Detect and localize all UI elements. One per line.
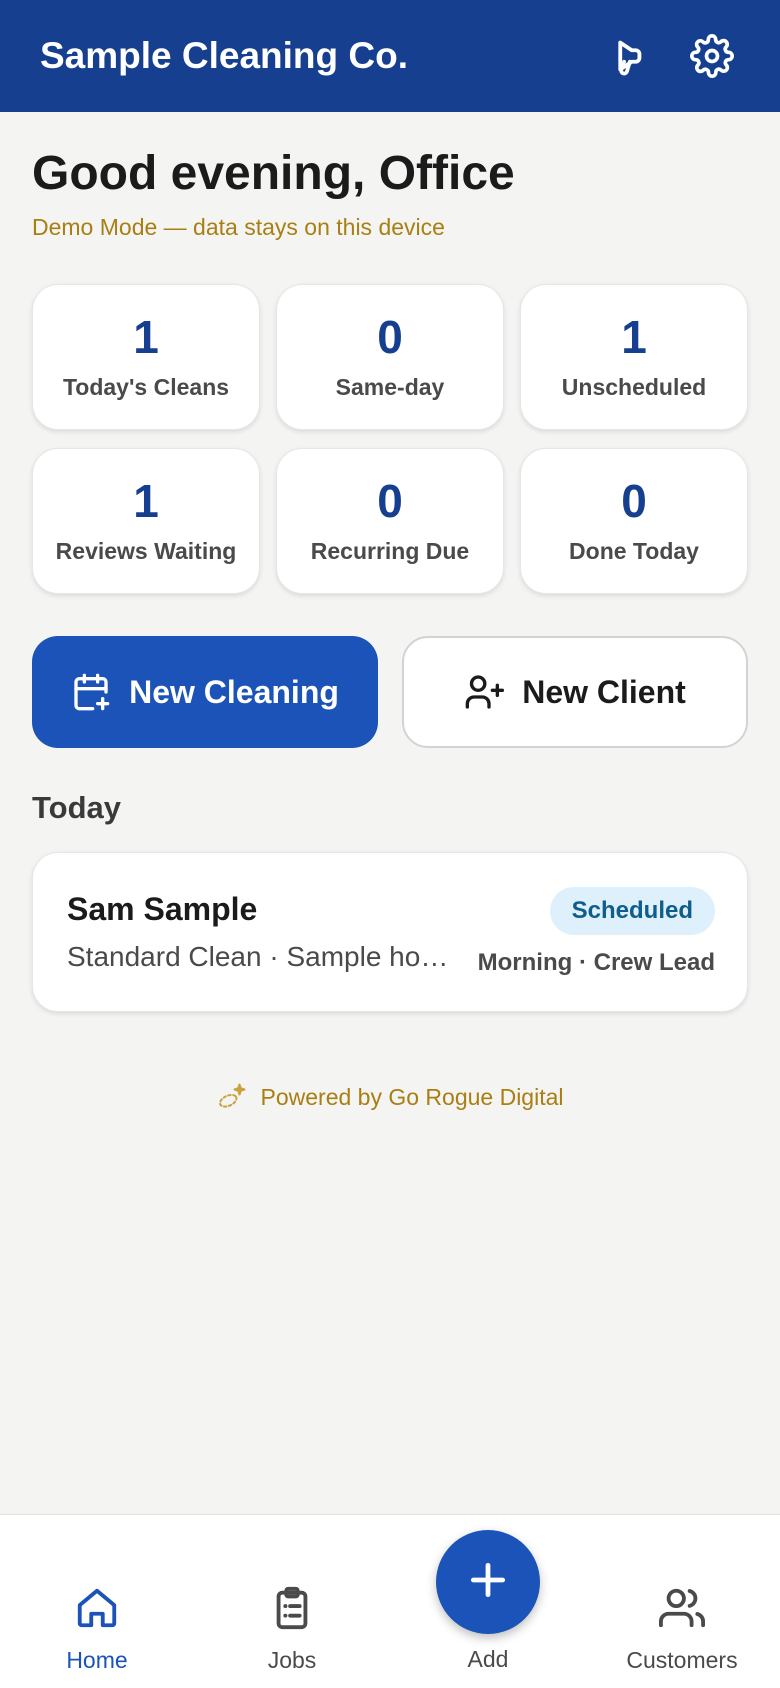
stat-label: Same-day [335, 373, 445, 400]
home-icon [74, 1585, 120, 1637]
today-section-title: Today [32, 790, 121, 825]
user-plus-icon [464, 672, 505, 712]
users-icon [659, 1585, 705, 1637]
job-meta: Morning · Crew Lead [477, 949, 715, 976]
stat-value: 1 [133, 474, 159, 527]
stat-card-done-today[interactable]: 0 Done Today [520, 448, 748, 594]
new-client-label: New Client [522, 673, 686, 710]
quick-actions: New Cleaning New Client [32, 636, 748, 748]
sparkle-icon [217, 1082, 247, 1112]
nav-customers-label: Customers [626, 1647, 738, 1673]
stat-value: 0 [377, 474, 403, 527]
app-title: Sample Cleaning Co. [40, 35, 409, 76]
stat-card-same-day[interactable]: 0 Same-day [276, 284, 504, 430]
new-cleaning-button[interactable]: New Cleaning [32, 636, 378, 748]
stat-label: Unscheduled [561, 373, 707, 400]
demo-mode-note: Demo Mode — data stays on this device [32, 214, 445, 240]
stat-card-unscheduled[interactable]: 1 Unscheduled [520, 284, 748, 430]
job-description: Standard Clean · Sample home [67, 941, 457, 972]
powered-by-footer: Powered by Go Rogue Digital [0, 1082, 780, 1112]
nav-home-label: Home [66, 1647, 128, 1673]
job-client-name: Sam Sample [67, 891, 258, 927]
app-header: Sample Cleaning Co. [0, 0, 780, 112]
stat-card-reviews-waiting[interactable]: 1 Reviews Waiting [32, 448, 260, 594]
calendar-plus-icon [71, 672, 111, 712]
stat-value: 0 [377, 310, 403, 363]
bottom-nav: Home Jobs Customers [0, 1514, 780, 1688]
add-button[interactable] [436, 1530, 540, 1634]
stat-value: 1 [621, 310, 647, 363]
stat-value: 1 [133, 310, 159, 363]
stat-card-todays-cleans[interactable]: 1 Today's Cleans [32, 284, 260, 430]
new-cleaning-label: New Cleaning [129, 673, 339, 710]
nav-home[interactable]: Home [17, 1585, 177, 1674]
stats-grid: 1 Today's Cleans 0 Same-day 1 Unschedule… [32, 284, 748, 594]
nav-add-label: Add [467, 1646, 509, 1672]
status-badge: Scheduled [549, 887, 715, 935]
stat-label: Recurring Due [310, 537, 470, 564]
nav-customers[interactable]: Customers [602, 1585, 762, 1674]
greeting-heading: Good evening, Office [32, 147, 515, 200]
stat-card-recurring-due[interactable]: 0 Recurring Due [276, 448, 504, 594]
gear-icon[interactable] [684, 28, 740, 84]
job-card[interactable]: Sam Sample Standard Clean · Sample home … [32, 852, 748, 1012]
powered-by-text: Powered by Go Rogue Digital [260, 1083, 564, 1110]
nav-jobs[interactable]: Jobs [212, 1585, 372, 1674]
clipboard-list-icon [269, 1585, 315, 1637]
megaphone-icon[interactable] [598, 28, 654, 84]
nav-jobs-label: Jobs [267, 1647, 317, 1673]
stat-label: Done Today [569, 537, 699, 564]
plus-icon [466, 1558, 510, 1607]
new-client-button[interactable]: New Client [402, 636, 748, 748]
stat-label: Reviews Waiting [55, 537, 237, 564]
stat-value: 0 [621, 474, 647, 527]
stat-label: Today's Cleans [62, 373, 230, 400]
